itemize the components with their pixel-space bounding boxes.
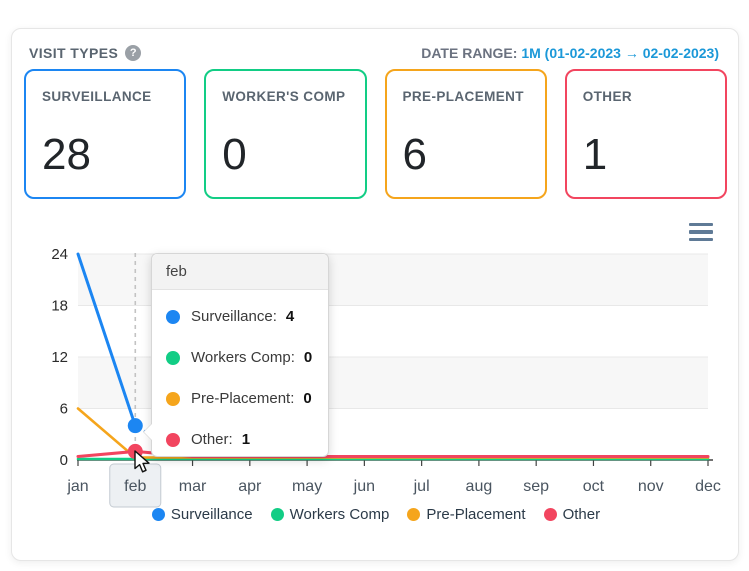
panel-header: VISIT TYPES ? DATE RANGE: 1M (01-02-2023… <box>12 37 738 69</box>
stat-card-label: WORKER'S COMP <box>222 87 348 131</box>
legend-item-workers-comp[interactable]: Workers Comp <box>271 506 390 523</box>
chart-tooltip: feb Surveillance:4Workers Comp:0Pre-Plac… <box>151 253 329 457</box>
tooltip-series-label: Pre-Placement: <box>191 390 294 407</box>
tooltip-row: Workers Comp: 0 <box>152 337 328 378</box>
stat-card-value: 6 <box>403 131 529 179</box>
legend-label: Other <box>563 506 601 523</box>
legend-dot-icon <box>152 508 165 521</box>
tooltip-series-label: Surveillance: <box>191 308 277 325</box>
legend-dot-icon <box>407 508 420 521</box>
tooltip-series-value: 0 <box>304 349 312 366</box>
stat-card-label: PRE-PLACEMENT <box>403 87 529 131</box>
stat-card-label: OTHER <box>583 87 709 131</box>
legend-item-surveillance[interactable]: Surveillance <box>152 506 253 523</box>
stat-card-pre-placement[interactable]: PRE-PLACEMENT 6 <box>385 69 547 199</box>
tooltip-title: feb <box>152 254 328 290</box>
legend-item-other[interactable]: Other <box>544 506 601 523</box>
series-dot-icon <box>166 310 180 324</box>
tooltip-series-value: 1 <box>242 431 250 448</box>
stat-card-value: 1 <box>583 131 709 179</box>
tooltip-series-label: Other: <box>191 431 233 448</box>
tooltip-row: Other: 1 <box>152 419 328 460</box>
legend-label: Pre-Placement <box>426 506 525 523</box>
tooltip-series-value: 0 <box>303 390 311 407</box>
chart-legend: Surveillance Workers Comp Pre-Placement Oth… <box>12 506 740 523</box>
tooltip-series-label: Workers Comp: <box>191 349 295 366</box>
tooltip-caret <box>144 424 152 440</box>
stat-card-value: 0 <box>222 131 348 179</box>
stat-card-workers-comp[interactable]: WORKER'S COMP 0 <box>204 69 366 199</box>
stat-card-value: 28 <box>42 131 168 179</box>
legend-label: Surveillance <box>171 506 253 523</box>
tooltip-row: Surveillance: 4 <box>152 296 328 337</box>
legend-dot-icon <box>544 508 557 521</box>
panel-title: VISIT TYPES <box>29 45 118 61</box>
chart-menu-icon[interactable] <box>689 223 713 241</box>
tooltip-row: Pre-Placement: 0 <box>152 378 328 419</box>
stat-card-other[interactable]: OTHER 1 <box>565 69 727 199</box>
date-range-label: DATE RANGE: <box>421 45 517 61</box>
legend-item-pre-placement[interactable]: Pre-Placement <box>407 506 525 523</box>
legend-dot-icon <box>271 508 284 521</box>
series-dot-icon <box>166 351 180 365</box>
stat-card-label: SURVEILLANCE <box>42 87 168 131</box>
help-icon[interactable]: ? <box>125 45 141 61</box>
legend-label: Workers Comp <box>290 506 390 523</box>
stat-cards-row: SURVEILLANCE 28 WORKER'S COMP 0 PRE-PLAC… <box>24 69 727 199</box>
stat-card-surveillance[interactable]: SURVEILLANCE 28 <box>24 69 186 199</box>
series-dot-icon <box>166 433 180 447</box>
date-range-value[interactable]: 1M (01-02-2023 → 02-02-2023) <box>521 45 719 61</box>
series-dot-icon <box>166 392 180 406</box>
tooltip-series-value: 4 <box>286 308 294 325</box>
visit-types-panel: VISIT TYPES ? DATE RANGE: 1M (01-02-2023… <box>11 28 739 561</box>
